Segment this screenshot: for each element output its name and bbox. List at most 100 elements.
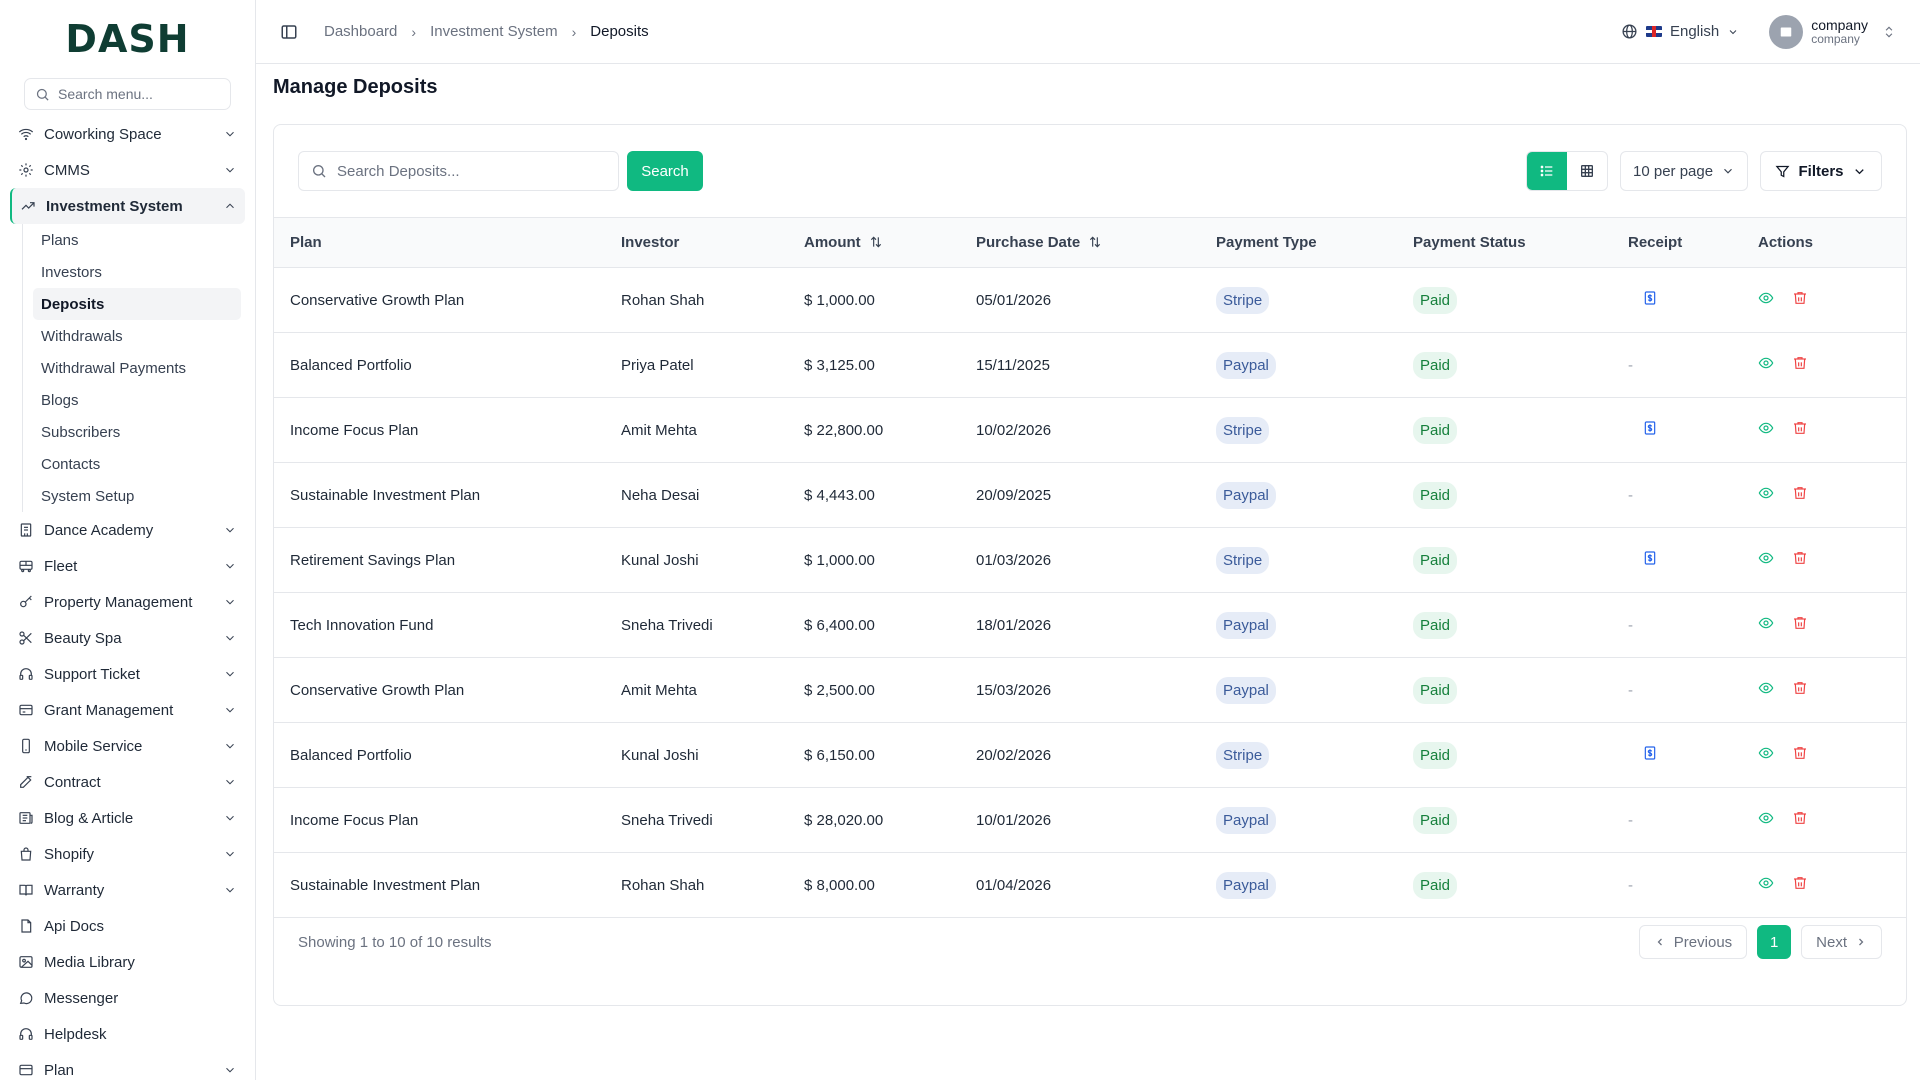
view-icon[interactable]: [1758, 550, 1774, 566]
cell-actions: [1742, 723, 1906, 788]
delete-icon[interactable]: [1792, 290, 1808, 306]
chevron-right-icon: ›: [571, 23, 577, 40]
sidebar-item-dance-academy[interactable]: Dance Academy: [10, 512, 245, 548]
sidebar-toggle-icon[interactable]: [280, 22, 300, 42]
delete-icon[interactable]: [1792, 680, 1808, 696]
column-header-receipt: Receipt: [1628, 234, 1683, 251]
cell-amount: $ 4,443.00: [804, 486, 875, 504]
cell-plan: Balanced Portfolio: [290, 746, 412, 764]
delete-icon[interactable]: [1792, 485, 1808, 501]
chevron-up-icon: [223, 199, 237, 213]
cell-payment-type: Paypal: [1200, 658, 1397, 723]
sidebar-item-cmms[interactable]: CMMS: [10, 152, 245, 188]
cell-amount: $ 8,000.00: [804, 876, 875, 894]
search-input[interactable]: Search Deposits...: [298, 151, 619, 191]
sidebar-subitem-subscribers[interactable]: Subscribers: [33, 416, 241, 448]
page-number-button[interactable]: 1: [1757, 925, 1792, 959]
cell-plan: Conservative Growth Plan: [290, 291, 465, 309]
delete-icon[interactable]: [1792, 420, 1808, 436]
delete-icon[interactable]: [1792, 355, 1808, 371]
delete-icon[interactable]: [1792, 875, 1808, 891]
filters-button[interactable]: Filters: [1760, 151, 1882, 191]
sidebar-subitem-deposits[interactable]: Deposits: [33, 288, 241, 320]
view-icon[interactable]: [1758, 680, 1774, 696]
status-badge: Paid: [1413, 611, 1458, 639]
view-icon[interactable]: [1758, 745, 1774, 761]
sidebar-subitem-plans[interactable]: Plans: [33, 224, 241, 256]
sidebar-item-warranty[interactable]: Warranty: [10, 872, 245, 908]
column-header-amount[interactable]: Amount: [788, 218, 960, 268]
receipt-icon[interactable]: [1642, 420, 1658, 436]
sidebar-item-messenger[interactable]: Messenger: [10, 980, 245, 1016]
view-icon[interactable]: [1758, 485, 1774, 501]
sort-icon[interactable]: [1088, 235, 1102, 249]
status-badge: Paid: [1413, 286, 1458, 314]
sidebar-subitem-withdrawal-payments[interactable]: Withdrawal Payments: [33, 352, 241, 384]
sidebar-search[interactable]: Search menu...: [24, 78, 231, 110]
chevron-down-icon: [223, 559, 237, 573]
sidebar-item-label: Dance Academy: [44, 521, 154, 539]
sidebar-subitem-blogs[interactable]: Blogs: [33, 384, 241, 416]
receipt-icon[interactable]: [1642, 290, 1658, 306]
sidebar-item-plan[interactable]: Plan: [10, 1052, 245, 1080]
sort-icon[interactable]: [869, 235, 883, 249]
sidebar-item-helpdesk[interactable]: Helpdesk: [10, 1016, 245, 1052]
view-icon[interactable]: [1758, 355, 1774, 371]
sidebar-subitem-system-setup[interactable]: System Setup: [33, 480, 241, 512]
sidebar-item-investment-system[interactable]: Investment System: [10, 188, 245, 224]
sidebar-item-beauty-spa[interactable]: Beauty Spa: [10, 620, 245, 656]
delete-icon[interactable]: [1792, 550, 1808, 566]
next-button[interactable]: Next: [1801, 925, 1882, 959]
view-icon[interactable]: [1758, 875, 1774, 891]
search-icon: [36, 88, 49, 101]
sidebar-item-property-management[interactable]: Property Management: [10, 584, 245, 620]
language-selector[interactable]: English: [1621, 23, 1739, 40]
view-icon[interactable]: [1758, 615, 1774, 631]
cell-payment-status: Paid: [1397, 658, 1612, 723]
credit-card-icon: [18, 1062, 34, 1078]
view-icon[interactable]: [1758, 290, 1774, 306]
search-button[interactable]: Search: [627, 151, 703, 191]
grid-view-button[interactable]: [1567, 152, 1607, 190]
cell-plan: Tech Innovation Fund: [290, 616, 434, 634]
breadcrumb-investment-system[interactable]: Investment System: [430, 23, 558, 40]
receipt-icon[interactable]: [1642, 550, 1658, 566]
per-page-select[interactable]: 10 per page: [1620, 151, 1748, 191]
sidebar-item-blog-and-article[interactable]: Blog & Article: [10, 800, 245, 836]
image-icon: [18, 954, 34, 970]
column-header-purchase-date[interactable]: Purchase Date: [960, 218, 1200, 268]
sidebar-item-coworking-space[interactable]: Coworking Space: [10, 116, 245, 152]
table-body: Conservative Growth Plan Rohan Shah $ 1,00…: [274, 268, 1906, 918]
cell-amount: $ 6,400.00: [804, 616, 875, 634]
user-menu[interactable]: company company: [1769, 14, 1896, 49]
deposits-card: Search Deposits... Search 10 per page Fi…: [273, 124, 1907, 1006]
sidebar-item-api-docs[interactable]: Api Docs: [10, 908, 245, 944]
breadcrumb-dashboard[interactable]: Dashboard: [324, 23, 397, 40]
sidebar-subitem-contacts[interactable]: Contacts: [33, 448, 241, 480]
sidebar-subitem-withdrawals[interactable]: Withdrawals: [33, 320, 241, 352]
grid-icon: [1581, 165, 1593, 177]
chevron-right-icon: [1859, 938, 1864, 946]
chevron-up-down-icon: [1885, 26, 1893, 37]
no-receipt: -: [1628, 486, 1633, 504]
delete-icon[interactable]: [1792, 745, 1808, 761]
receipt-icon[interactable]: [1642, 745, 1658, 761]
list-view-button[interactable]: [1527, 152, 1567, 190]
sidebar-item-fleet[interactable]: Fleet: [10, 548, 245, 584]
sidebar-item-media-library[interactable]: Media Library: [10, 944, 245, 980]
sidebar-item-grant-management[interactable]: Grant Management: [10, 692, 245, 728]
view-icon[interactable]: [1758, 420, 1774, 436]
delete-icon[interactable]: [1792, 810, 1808, 826]
uk-flag-icon: [1645, 26, 1662, 37]
previous-button[interactable]: Previous: [1638, 925, 1748, 959]
cell-purchase-date: 10/01/2026: [976, 811, 1052, 829]
delete-icon[interactable]: [1792, 615, 1808, 631]
sidebar-subitem-investors[interactable]: Investors: [33, 256, 241, 288]
sidebar-item-contract[interactable]: Contract: [10, 764, 245, 800]
sidebar-item-support-ticket[interactable]: Support Ticket: [10, 656, 245, 692]
view-icon[interactable]: [1758, 810, 1774, 826]
cell-receipt: [1612, 268, 1742, 333]
sidebar-item-mobile-service[interactable]: Mobile Service: [10, 728, 245, 764]
logo[interactable]: DASH: [0, 0, 255, 78]
sidebar-item-shopify[interactable]: Shopify: [10, 836, 245, 872]
